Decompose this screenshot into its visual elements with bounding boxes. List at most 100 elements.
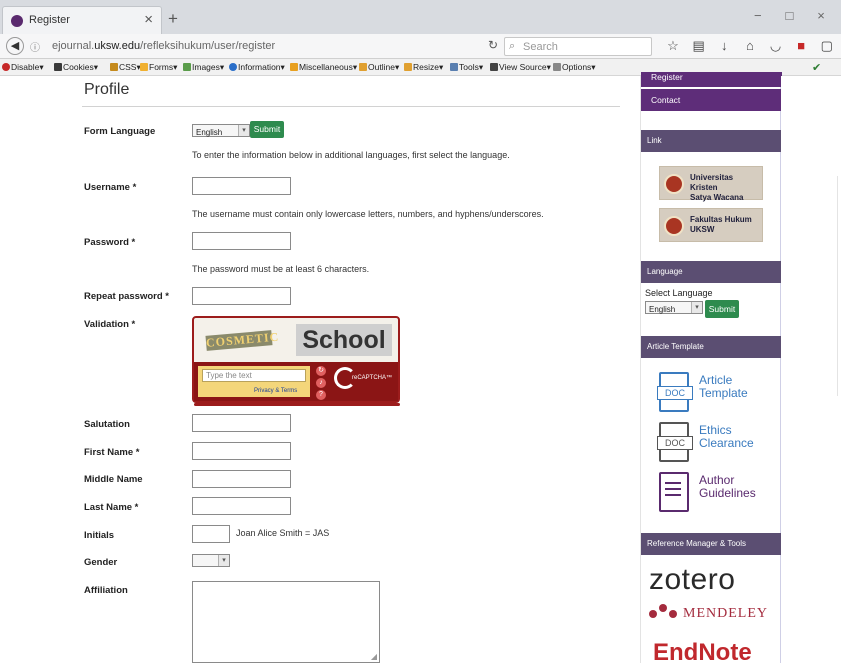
sidebar: Register Contact Link Universitas Kriste…	[640, 72, 782, 663]
mendeley-logo-icon	[649, 604, 679, 620]
language-heading: Language	[641, 261, 782, 283]
username-help: The username must contain only lowercase…	[192, 209, 544, 219]
sidebar-item-register[interactable]: Register	[641, 72, 782, 87]
site-info-icon[interactable]: ⓘ	[30, 39, 40, 54]
site-favicon-icon	[11, 15, 23, 27]
form-language-help: To enter the information below in additi…	[192, 150, 510, 160]
salutation-input[interactable]	[192, 414, 291, 432]
password-label: Password *	[84, 237, 136, 248]
select-language-caption: Select Language	[645, 288, 713, 298]
toolbar-cookies[interactable]: Cookies▾	[54, 62, 98, 73]
middle-name-input[interactable]	[192, 470, 291, 488]
reference-manager-heading: Reference Manager & Tools	[641, 533, 782, 555]
toolbar-tools[interactable]: Tools▾	[450, 62, 483, 73]
sidebar-language-submit-button[interactable]: Submit	[705, 300, 739, 318]
validation-label: Validation *	[84, 319, 136, 330]
back-arrow-icon[interactable]: ◀	[6, 37, 24, 55]
recaptcha-brand: reCAPTCHA™	[352, 375, 393, 381]
toolbar-miscellaneous[interactable]: Miscellaneous▾	[290, 62, 357, 73]
affiliation-textarea[interactable]: ◢	[192, 581, 380, 663]
gender-label: Gender	[84, 557, 118, 568]
tab-strip: Register × + − □ ×	[0, 0, 841, 34]
page-content: Profile Form Language English ▾ Submit T…	[0, 72, 841, 663]
username-label: Username *	[84, 182, 137, 193]
password-input[interactable]	[192, 232, 291, 250]
home-icon[interactable]: ⌂	[739, 38, 761, 53]
captcha-word-1: COSMETIC	[205, 329, 280, 351]
browser-search-input[interactable]: ⌕ Search	[504, 37, 652, 56]
captcha-answer-input[interactable]: Type the text	[202, 369, 306, 382]
toolbar-options[interactable]: Options▾	[553, 62, 596, 73]
password-help: The password must be at least 6 characte…	[192, 264, 370, 274]
first-name-label: First Name *	[84, 447, 140, 458]
initials-input[interactable]	[192, 525, 230, 543]
middle-name-label: Middle Name	[84, 474, 143, 485]
page-right-margin	[781, 76, 841, 663]
sidebar-item-contact[interactable]: Contact	[641, 89, 782, 111]
form-language-select[interactable]: English ▾	[192, 124, 250, 137]
address-bar[interactable]: ejournal.uksw.edu/refleksihukum/user/reg…	[52, 40, 275, 52]
last-name-input[interactable]	[192, 497, 291, 515]
pocket-icon[interactable]: ◡	[765, 38, 787, 54]
search-placeholder: Search	[523, 41, 558, 53]
extension-icon[interactable]: ■	[790, 38, 812, 53]
gender-select[interactable]: ▾	[192, 554, 230, 567]
window-controls: − □ ×	[744, 8, 835, 23]
url-prefix: ejournal.	[52, 40, 95, 52]
star-icon[interactable]: ☆	[662, 38, 684, 54]
reload-icon[interactable]: ↻	[488, 38, 498, 52]
chevron-down-icon: ▾	[238, 125, 249, 136]
form-language-submit-button[interactable]: Submit	[250, 121, 284, 138]
ethics-clearance-link[interactable]: DOC Ethics Clearance	[657, 420, 767, 466]
uksw-seal-icon	[664, 174, 684, 194]
link-heading: Link	[641, 130, 782, 152]
recaptcha-widget: COSMETIC School Type the text Privacy & …	[192, 316, 400, 403]
uksw-link-banner[interactable]: Universitas Kristen Satya Wacana	[659, 166, 763, 202]
toolbar-images[interactable]: Images▾	[183, 62, 224, 73]
page-title: Profile	[84, 81, 130, 98]
captcha-footer	[194, 403, 400, 406]
download-icon[interactable]: ↓	[713, 38, 735, 53]
guidelines-document-icon	[659, 472, 689, 512]
zotero-link[interactable]: zotero	[649, 563, 735, 597]
sidebar-icon[interactable]: ▢	[816, 38, 838, 54]
chevron-down-icon: ▾	[691, 302, 702, 313]
toolbar-disable[interactable]: Disable▾	[2, 62, 44, 73]
fh-uksw-link-banner[interactable]: Fakultas Hukum UKSW	[659, 208, 763, 242]
title-divider	[82, 106, 620, 107]
toolbar-outline[interactable]: Outline▾	[359, 62, 399, 73]
chevron-down-icon: ▾	[218, 555, 229, 566]
minimize-button[interactable]: −	[744, 8, 772, 23]
url-domain: uksw.edu	[94, 40, 141, 52]
article-template-link[interactable]: DOC Article Template	[657, 370, 767, 416]
audio-icon[interactable]: ♪	[316, 378, 326, 388]
toolbar-forms[interactable]: Forms▾	[140, 62, 177, 73]
new-tab-button[interactable]: +	[168, 9, 178, 29]
navigation-bar: ◀ ⓘ ejournal.uksw.edu/refleksihukum/user…	[0, 34, 841, 69]
refresh-icon[interactable]: ↻	[316, 366, 326, 376]
browser-tab-register[interactable]: Register ×	[2, 6, 162, 34]
captcha-privacy-link[interactable]: Privacy & Terms	[254, 388, 297, 394]
tab-title: Register	[29, 14, 70, 26]
maximize-button[interactable]: □	[775, 8, 803, 23]
tab-close-icon[interactable]: ×	[144, 11, 153, 28]
sidebar-language-select[interactable]: English ▾	[645, 301, 703, 314]
mendeley-link[interactable]: MENDELEY	[649, 604, 768, 622]
endnote-link[interactable]: EndNote	[653, 639, 752, 663]
toolbar-resize[interactable]: Resize▾	[404, 62, 443, 73]
toolbar-information[interactable]: Information▾	[229, 62, 285, 73]
reader-icon[interactable]: ▤	[688, 38, 710, 54]
repeat-password-input[interactable]	[192, 287, 291, 305]
help-icon[interactable]: ?	[316, 390, 326, 400]
close-window-button[interactable]: ×	[807, 8, 835, 23]
resize-grip-icon[interactable]: ◢	[371, 652, 377, 661]
author-guidelines-link[interactable]: Author Guidelines	[657, 470, 767, 516]
search-icon: ⌕	[509, 40, 516, 52]
first-name-input[interactable]	[192, 442, 291, 460]
check-icon: ✔	[812, 62, 822, 74]
form-language-label: Form Language	[84, 126, 156, 137]
username-input[interactable]	[192, 177, 291, 195]
toolbar-css[interactable]: CSS▾	[110, 62, 141, 73]
article-template-heading: Article Template	[641, 336, 782, 358]
toolbar-view-source[interactable]: View Source▾	[490, 62, 551, 73]
